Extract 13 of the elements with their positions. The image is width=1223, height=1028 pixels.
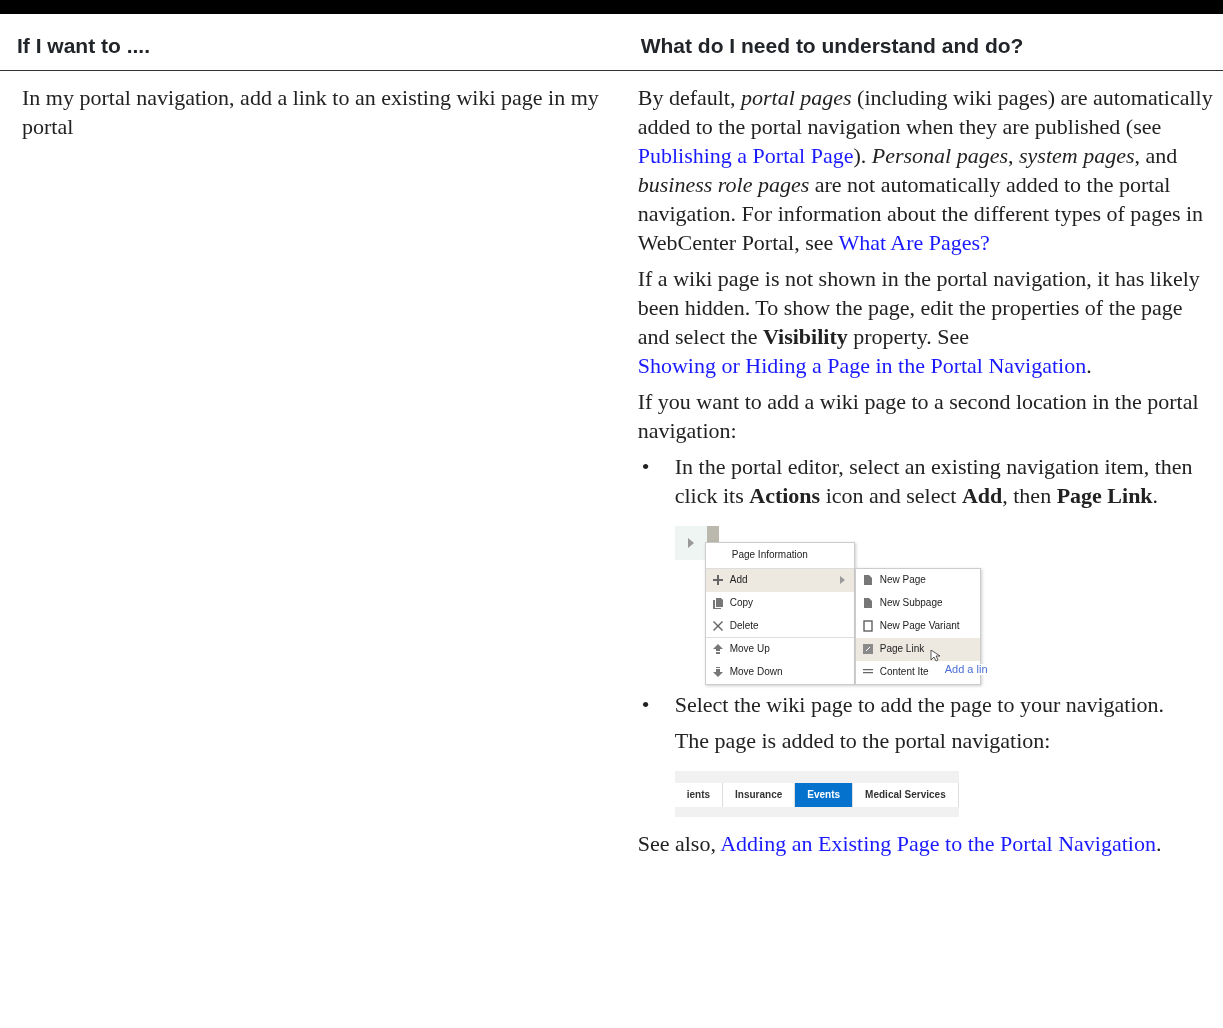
paragraph: If a wiki page is not shown in the portal navigation, it has likely been hidden. To show the page, edit the properties of the page and select the Visibility property. See Showing or Hiding a Page in the Portal Navigation. — [637, 264, 1201, 380]
column-header: If I want to .... — [0, 14, 624, 70]
bullet-dot: • — [640, 691, 650, 717]
tooltip: Add a lin — [944, 663, 988, 675]
paragraph: If you want to add a wiki page to a second location in the portal navigation: — [637, 387, 1200, 445]
paragraph: See also, Adding an Existing Page to the Portal Navigation. — [637, 829, 1163, 858]
table-cell: In my portal navigation, add a link to an existing wiki page in my portal — [0, 70, 624, 865]
paragraph: By default, portal pages (including wiki pages) are automatically added to the portal navigation when they are published (see Publishing a Portal Page). Personal pages, system pages, and business role pages are not automatically added to the portal navigation. For information about the different types of pages in WebCenter Portal, see What Are Pages? — [637, 83, 1214, 257]
paragraph: The page is added to the portal navigation: — [674, 726, 1052, 755]
list-item-text: Select the wiki page to add the page to your navigation. — [674, 690, 1165, 719]
column-header: What do I need to understand and do? — [623, 14, 1223, 70]
list-item-text: In the portal editor, select an existing navigation item, then click its Actions icon and select Add, then Page Link. — [674, 452, 1194, 510]
bullet-dot: • — [640, 453, 650, 479]
